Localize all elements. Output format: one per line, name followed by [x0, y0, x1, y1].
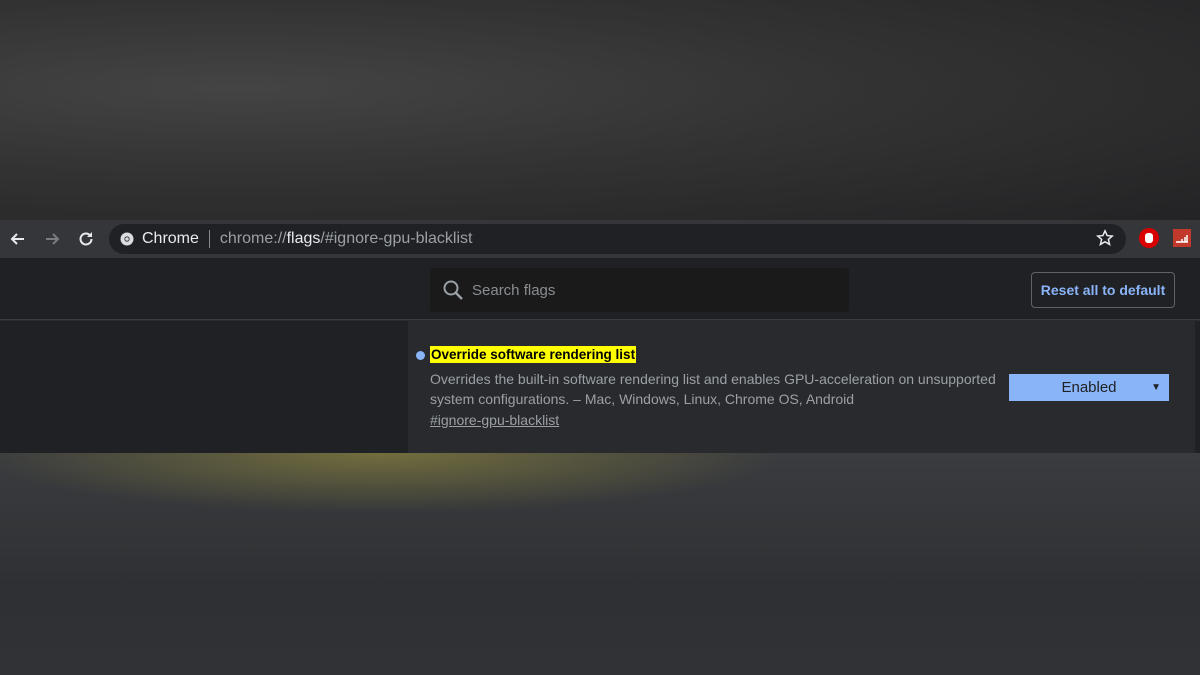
- search-box[interactable]: [430, 268, 849, 312]
- forward-arrow-icon[interactable]: [42, 229, 62, 249]
- flag-description: Overrides the built-in software renderin…: [430, 371, 996, 407]
- address-bar[interactable]: Chrome chrome://flags/#ignore-gpu-blackl…: [109, 224, 1126, 254]
- blurred-background-top: [0, 0, 1200, 220]
- back-arrow-icon[interactable]: [8, 229, 28, 249]
- reload-icon[interactable]: [76, 229, 96, 249]
- dropdown-arrow-icon: ▼: [1151, 382, 1161, 393]
- separator: [208, 230, 210, 248]
- search-input[interactable]: [472, 281, 832, 299]
- stop-hand-extension-icon[interactable]: [1139, 228, 1159, 248]
- bookmark-star-icon[interactable]: [1096, 229, 1114, 247]
- search-icon: [443, 280, 463, 300]
- chrome-icon: [120, 232, 134, 246]
- modified-dot-indicator: [416, 351, 425, 360]
- url-text: chrome://flags/#ignore-gpu-blacklist: [219, 230, 473, 247]
- flags-content: Override software rendering list Overrid…: [0, 321, 1200, 453]
- selected-value: Enabled: [1061, 379, 1117, 396]
- signal-extension-icon[interactable]: [1173, 229, 1191, 247]
- site-label: Chrome: [142, 230, 199, 247]
- flags-header: Reset all to default: [0, 258, 1200, 320]
- flag-permalink[interactable]: #ignore-gpu-blacklist: [430, 412, 559, 428]
- flag-item: Override software rendering list Overrid…: [408, 321, 1195, 453]
- reset-all-button[interactable]: Reset all to default: [1031, 272, 1175, 308]
- flag-state-select[interactable]: Enabled ▼: [1009, 374, 1169, 401]
- flag-title: Override software rendering list: [430, 346, 637, 363]
- blurred-background-bottom: [0, 453, 1200, 675]
